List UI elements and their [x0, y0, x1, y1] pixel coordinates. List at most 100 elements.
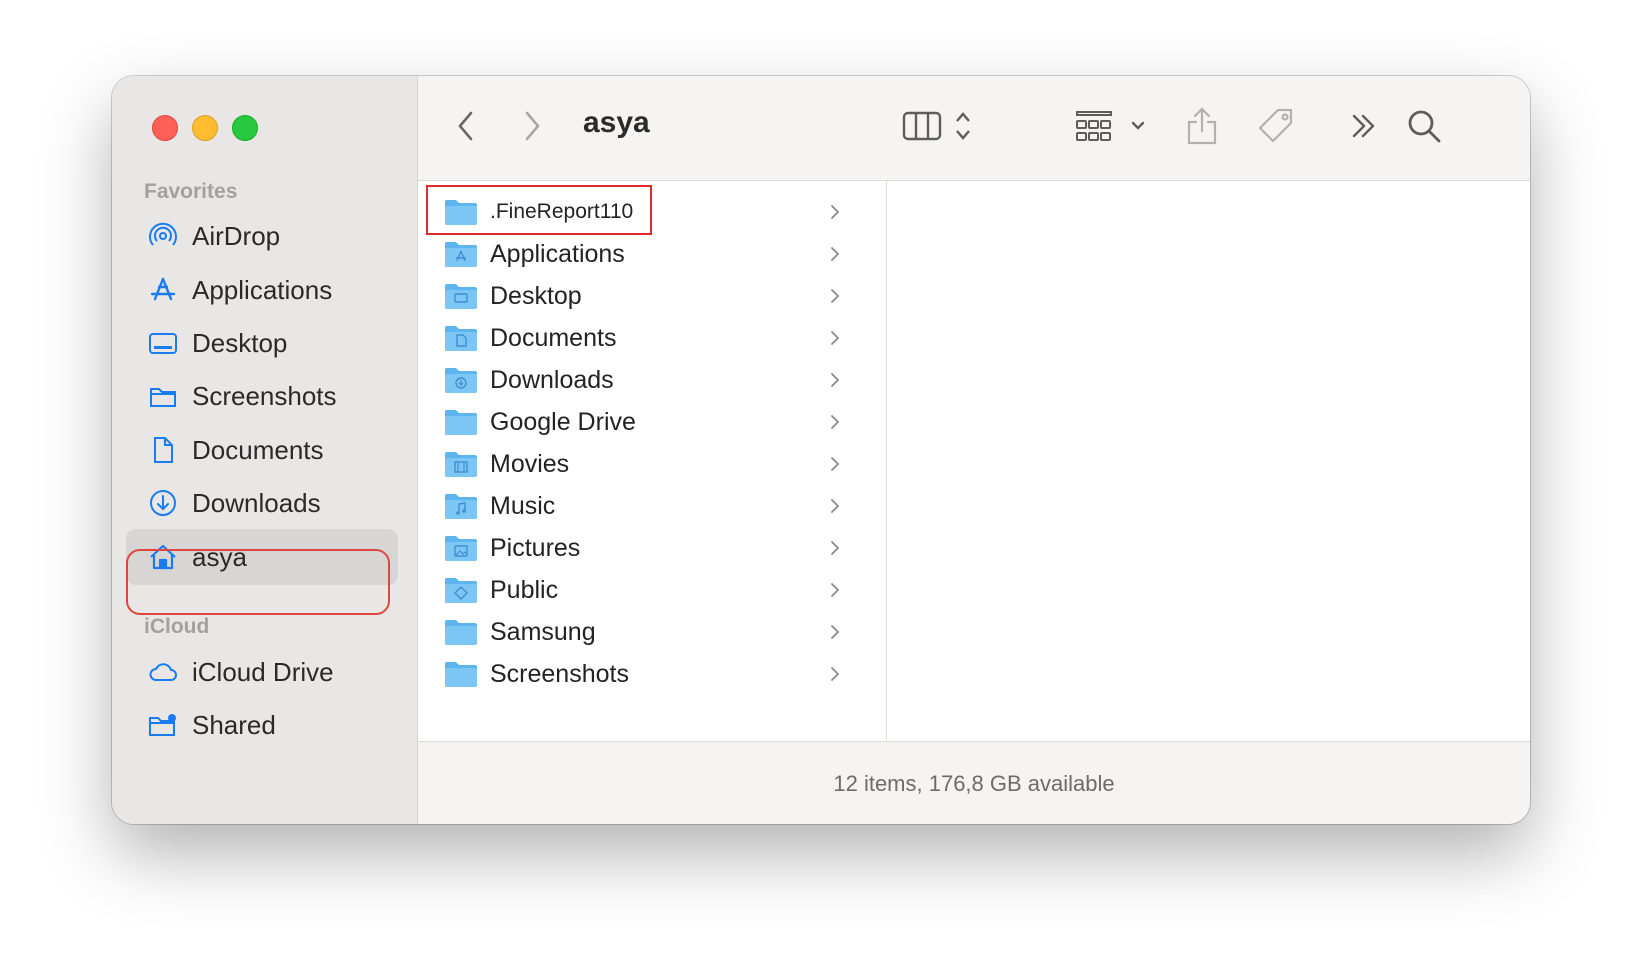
- file-name: Screenshots: [490, 659, 629, 688]
- desktop-folder-icon: [445, 284, 477, 309]
- chevron-right-icon: [831, 289, 840, 303]
- file-row-screenshots[interactable]: Screenshots: [418, 653, 886, 695]
- file-row-music[interactable]: Music: [418, 485, 886, 527]
- applications-icon: [146, 273, 180, 307]
- downloads-folder-icon: [445, 368, 477, 393]
- folder-icon: [445, 410, 477, 435]
- folder-icon: [445, 620, 477, 645]
- search-button[interactable]: [1402, 102, 1446, 150]
- sidebar-item-documents[interactable]: Documents: [126, 422, 398, 478]
- public-folder-icon: [445, 578, 477, 603]
- chevron-right-icon: [831, 457, 840, 471]
- chevron-right-icon: [831, 541, 840, 555]
- chevron-right-icon: [831, 373, 840, 387]
- folder-icon: [146, 379, 180, 413]
- applications-folder-icon: [445, 242, 477, 267]
- home-icon: [146, 540, 180, 574]
- group-grid-icon: [1076, 111, 1145, 141]
- movies-folder-icon: [445, 452, 477, 477]
- file-row-downloads[interactable]: Downloads: [418, 359, 886, 401]
- chevron-right-icon: [831, 247, 840, 261]
- file-name: Documents: [490, 323, 617, 352]
- sidebar-item-label: Documents: [192, 434, 324, 465]
- file-name: .FineReport110: [490, 200, 634, 223]
- forward-button[interactable]: [514, 102, 550, 150]
- folder-icon: [445, 662, 477, 687]
- document-icon: [146, 433, 180, 467]
- sidebar-item-label: Shared: [192, 709, 276, 740]
- sidebar-item-asya[interactable]: asya: [126, 529, 398, 585]
- file-row-finereport110[interactable]: .FineReport110: [418, 191, 886, 233]
- chevron-right-icon: [831, 415, 840, 429]
- view-mode-button[interactable]: [902, 102, 982, 150]
- file-name: Pictures: [490, 533, 581, 562]
- close-button[interactable]: [152, 115, 178, 141]
- file-row-applications[interactable]: Applications: [418, 233, 886, 275]
- column-view-icon: [902, 111, 970, 141]
- chevron-right-icon: [831, 205, 840, 219]
- finder-window: Favorites AirDrop Applications Desktop S…: [112, 76, 1530, 824]
- sidebar-item-label: Downloads: [192, 487, 321, 518]
- minimize-button[interactable]: [192, 115, 218, 141]
- sidebar-item-screenshots[interactable]: Screenshots: [126, 368, 398, 424]
- chevron-right-icon: [831, 667, 840, 681]
- status-bar: 12 items, 176,8 GB available: [418, 741, 1530, 824]
- sidebar-item-label: Desktop: [192, 327, 288, 358]
- sidebar-item-shared[interactable]: Shared: [126, 697, 398, 753]
- sidebar-item-downloads[interactable]: Downloads: [126, 475, 398, 531]
- file-row-google-drive[interactable]: Google Drive: [418, 401, 886, 443]
- cloud-icon: [146, 655, 180, 689]
- preview-column: [887, 181, 1530, 741]
- file-row-pictures[interactable]: Pictures: [418, 527, 886, 569]
- sidebar-item-label: iCloud Drive: [192, 656, 334, 687]
- sidebar-item-label: Applications: [192, 274, 333, 305]
- chevron-right-icon: [525, 111, 540, 141]
- chevron-right-icon: [831, 625, 840, 639]
- file-name: Public: [490, 575, 559, 604]
- share-button[interactable]: [1182, 102, 1222, 150]
- file-name: Samsung: [490, 617, 596, 646]
- sidebar-item-applications[interactable]: Applications: [126, 262, 398, 318]
- sidebar-item-icloud-drive[interactable]: iCloud Drive: [126, 644, 398, 700]
- file-name: Desktop: [490, 281, 582, 310]
- chevron-left-icon: [458, 111, 473, 141]
- sidebar-item-label: asya: [192, 541, 247, 572]
- sidebar-item-airdrop[interactable]: AirDrop: [126, 208, 398, 264]
- window-title: asya: [583, 106, 650, 139]
- folder-icon: [445, 200, 477, 225]
- file-column: .FineReport110 Applications Desktop Docu…: [418, 181, 887, 741]
- file-name: Google Drive: [490, 407, 636, 436]
- file-name: Movies: [490, 449, 570, 478]
- sidebar-item-label: AirDrop: [192, 220, 281, 251]
- sidebar-item-desktop[interactable]: Desktop: [126, 315, 398, 371]
- back-button[interactable]: [448, 102, 484, 150]
- icloud-section-title: iCloud: [144, 615, 210, 638]
- file-row-documents[interactable]: Documents: [418, 317, 886, 359]
- file-row-movies[interactable]: Movies: [418, 443, 886, 485]
- file-row-public[interactable]: Public: [418, 569, 886, 611]
- share-icon: [1187, 107, 1217, 145]
- file-name: Applications: [490, 239, 625, 268]
- desktop-icon: [146, 326, 180, 360]
- group-button[interactable]: [1074, 102, 1150, 150]
- zoom-button[interactable]: [232, 115, 258, 141]
- tag-button[interactable]: [1254, 102, 1298, 150]
- download-icon: [146, 486, 180, 520]
- status-text: 12 items, 176,8 GB available: [833, 770, 1115, 796]
- chevron-right-icon: [831, 583, 840, 597]
- file-row-desktop[interactable]: Desktop: [418, 275, 886, 317]
- sidebar-item-label: Screenshots: [192, 380, 337, 411]
- chevron-right-icon: [831, 499, 840, 513]
- documents-folder-icon: [445, 326, 477, 351]
- more-button[interactable]: [1346, 102, 1382, 150]
- sidebar: Favorites AirDrop Applications Desktop S…: [112, 76, 418, 824]
- toolbar: asya: [418, 76, 1530, 181]
- airdrop-icon: [146, 219, 180, 253]
- chevron-right-icon: [831, 331, 840, 345]
- favorites-section-title: Favorites: [144, 180, 238, 203]
- file-row-samsung[interactable]: Samsung: [418, 611, 886, 653]
- pictures-folder-icon: [445, 536, 477, 561]
- music-folder-icon: [445, 494, 477, 519]
- tag-icon: [1258, 108, 1293, 143]
- file-name: Downloads: [490, 365, 614, 394]
